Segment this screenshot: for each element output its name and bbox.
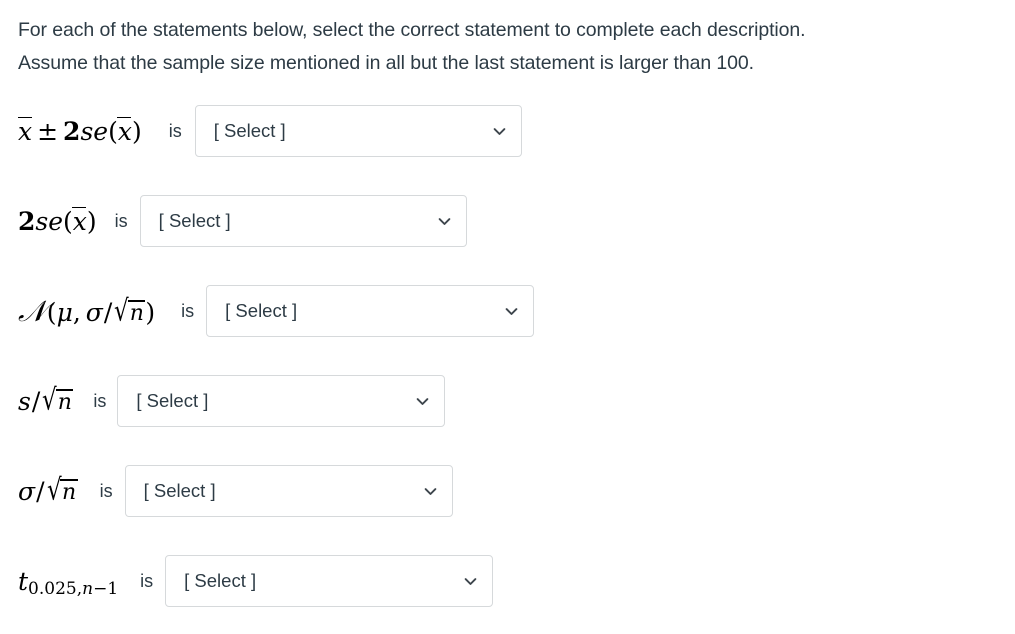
math-expression-2se-xbar: 2 se(x) bbox=[18, 206, 97, 236]
math-expression-s-over-sqrt-n: s / √ n bbox=[18, 381, 74, 416]
select-s-over-sqrt-n[interactable]: [ Select ] bbox=[117, 375, 446, 427]
statement-row-2se-xbar: 2 se(x) is [ Select ] bbox=[18, 195, 467, 247]
is-label-3: is bbox=[181, 300, 195, 321]
select-value-1: [ Select ] bbox=[213, 120, 286, 141]
is-label-5: is bbox=[99, 480, 113, 501]
statement-row-sigma-over-sqrt-n: σ / √ n is [ Select ] bbox=[18, 465, 453, 517]
chevron-down-icon bbox=[462, 573, 479, 590]
is-label-1: is bbox=[168, 120, 182, 141]
chevron-down-icon bbox=[422, 483, 439, 500]
instructions: For each of the statements below, select… bbox=[18, 14, 1003, 80]
is-label-2: is bbox=[114, 210, 128, 231]
instructions-line-2: Assume that the sample size mentioned in… bbox=[18, 52, 754, 74]
statement-row-t-critical-value: t 0.025,n−1 is [ Select ] bbox=[18, 555, 494, 607]
chevron-down-icon bbox=[436, 213, 453, 230]
is-label-4: is bbox=[93, 390, 107, 411]
math-expression-sigma-over-sqrt-n: σ / √ n bbox=[18, 471, 78, 506]
math-expression-normal-distribution: 𝒩(μ, σ / √ n) bbox=[18, 292, 156, 328]
chevron-down-icon bbox=[414, 393, 431, 410]
chevron-down-icon bbox=[491, 123, 508, 140]
select-sigma-over-sqrt-n[interactable]: [ Select ] bbox=[124, 465, 453, 517]
math-expression-t-critical-value: t 0.025,n−1 bbox=[18, 566, 119, 600]
select-xbar-plus-minus-2se[interactable]: [ Select ] bbox=[194, 105, 522, 157]
math-expression-xbar-plus-minus-2se: x ± 2 se(x) bbox=[17, 116, 142, 146]
select-t-critical-value[interactable]: [ Select ] bbox=[165, 555, 494, 607]
is-label-6: is bbox=[140, 570, 154, 591]
instructions-line-1: For each of the statements below, select… bbox=[18, 19, 806, 41]
statement-row-xbar-plus-minus-2se: x ± 2 se(x) is [ Select ] bbox=[17, 105, 522, 157]
select-normal-distribution[interactable]: [ Select ] bbox=[206, 285, 535, 337]
select-value-6: [ Select ] bbox=[184, 570, 257, 591]
select-2se-xbar[interactable]: [ Select ] bbox=[139, 195, 467, 247]
select-value-3: [ Select ] bbox=[225, 300, 298, 321]
select-value-4: [ Select ] bbox=[136, 390, 209, 411]
select-value-5: [ Select ] bbox=[143, 480, 216, 501]
statement-row-s-over-sqrt-n: s / √ n is [ Select ] bbox=[18, 375, 446, 427]
statement-row-normal-distribution: 𝒩(μ, σ / √ n) is [ Select ] bbox=[18, 285, 535, 337]
select-value-2: [ Select ] bbox=[158, 210, 231, 231]
chevron-down-icon bbox=[503, 303, 520, 320]
